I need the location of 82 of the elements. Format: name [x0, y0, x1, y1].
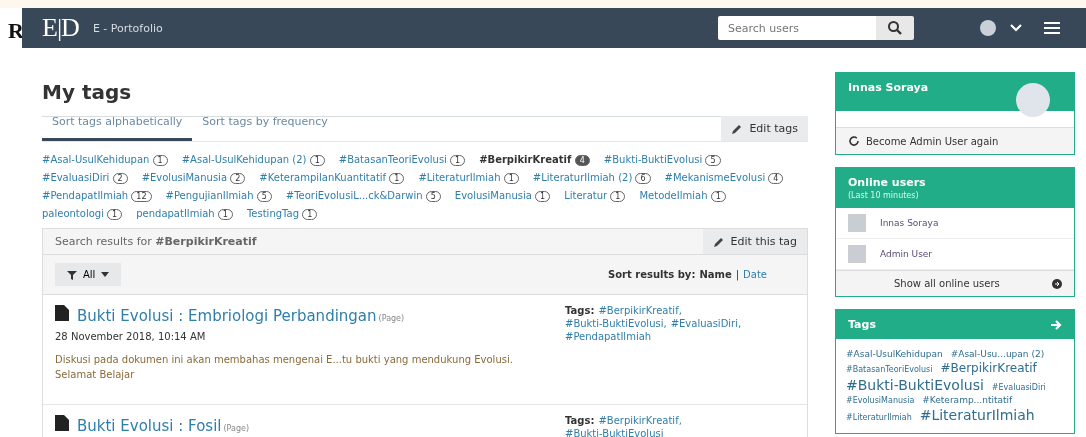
- tag-link[interactable]: #Bukti-BuktiEvolusi,: [565, 318, 667, 329]
- tag-link[interactable]: #Keteramp...ntitatif: [922, 395, 1013, 405]
- tag-link[interactable]: #KeterampilanKuantitatif 1: [259, 172, 405, 184]
- become-admin-link[interactable]: Become Admin User again: [866, 135, 999, 147]
- tag-link[interactable]: #MekanismeEvolusi 4: [664, 172, 784, 184]
- tag-link[interactable]: paleontologi 1: [42, 208, 123, 220]
- chevron-down-icon[interactable]: [1010, 24, 1022, 32]
- card-subtitle: (Last 10 minutes): [848, 191, 920, 200]
- tag-link[interactable]: #EvolusiManusia: [846, 396, 915, 405]
- pencil-icon: [731, 122, 744, 135]
- document-icon: [55, 305, 69, 321]
- tag-link[interactable]: #PengujianIlmiah 5: [165, 190, 272, 202]
- tag-link[interactable]: #EvaluasiDiri: [991, 383, 1046, 392]
- tag-link[interactable]: #EvaluasiDiri 2: [42, 172, 128, 184]
- sort-name-option[interactable]: Name: [699, 269, 732, 280]
- filter-icon: [67, 269, 77, 280]
- tag-link[interactable]: #Bukti-BuktiEvolusi: [846, 377, 984, 393]
- tag-link[interactable]: #Bukti-BuktiEvolusi 5: [603, 154, 721, 166]
- tag-link[interactable]: #Asal-Usu...upan (2): [950, 349, 1045, 359]
- avatar: [848, 245, 866, 263]
- document-icon: [55, 415, 69, 431]
- result-type: (Page): [223, 424, 250, 433]
- tag-link[interactable]: #LiteraturIlmiah 1: [418, 172, 519, 184]
- arrow-circle-icon: [1052, 278, 1062, 289]
- tag-link[interactable]: #PendapatIlmiah: [565, 331, 652, 342]
- sort-date-link[interactable]: Date: [743, 269, 767, 280]
- tag-link[interactable]: #BerpikirKreatif,: [598, 305, 682, 316]
- avatar: [848, 214, 866, 232]
- result-description: Diskusi pada dokumen ini akan membahas mengenai E...tu bukti yang mendukung Evolusi. Selamat Belajar: [55, 353, 514, 382]
- avatar[interactable]: [980, 20, 996, 36]
- tag-link[interactable]: MetodeIlmiah 1: [639, 190, 726, 202]
- tag-link[interactable]: #EvaluasiDiri,: [670, 318, 742, 329]
- tag-link[interactable]: #PendapatIlmiah 12: [42, 190, 152, 202]
- card-title: Online users: [848, 176, 927, 189]
- tag-link[interactable]: #Asal-UsulKehidupan: [846, 349, 943, 359]
- tag-link[interactable]: #LiteraturIlmiah (2) 6: [532, 172, 651, 184]
- tag-link[interactable]: #BatasanTeoriEvolusi: [846, 365, 933, 374]
- card-title: Tags: [848, 318, 876, 331]
- result-title[interactable]: Bukti Evolusi : Fosil: [77, 417, 222, 435]
- result-title[interactable]: Bukti Evolusi : Embriologi Perbandingan: [77, 307, 377, 325]
- tag-link[interactable]: #Bukti-BuktiEvolusi: [565, 428, 664, 437]
- avatar: [1016, 83, 1050, 117]
- tag-link[interactable]: #LiteraturIlmiah: [846, 413, 912, 422]
- tag-link[interactable]: #BerpikirKreatif 4: [479, 154, 590, 166]
- tag-link[interactable]: #EvolusiManusia 2: [141, 172, 246, 184]
- show-all-link[interactable]: Show all online users: [894, 278, 1000, 289]
- tags-label: Tags:: [565, 415, 595, 426]
- logo[interactable]: E|D: [42, 13, 79, 43]
- tag-link[interactable]: #Asal-UsulKehidupan (2) 1: [181, 154, 325, 166]
- tag-link[interactable]: #Asal-UsulKehidupan 1: [42, 154, 168, 166]
- tab[interactable]: Sort tags alphabetically: [42, 105, 193, 141]
- page-heading: R: [8, 18, 24, 44]
- pencil-icon: [712, 235, 725, 248]
- caret-icon: [101, 272, 110, 277]
- tag-link[interactable]: #BerpikirKreatif: [940, 361, 1037, 375]
- user-link[interactable]: Innas Soraya: [880, 218, 939, 228]
- refresh-icon: [848, 135, 860, 147]
- arrow-right-icon[interactable]: [1050, 318, 1062, 331]
- user-link[interactable]: Admin User: [880, 249, 933, 259]
- tags-label: Tags:: [565, 305, 595, 316]
- tag-link[interactable]: #BatasanTeoriEvolusi 1: [338, 154, 466, 166]
- site-name: E - Portofolio: [92, 21, 163, 35]
- tag-link[interactable]: Literatur 1: [564, 190, 626, 202]
- edit-tags-button[interactable]: Edit tags: [721, 116, 808, 141]
- tag-link[interactable]: pendapatIlmiah 1: [136, 208, 233, 220]
- sort-label: Sort results by:: [608, 269, 696, 280]
- filter-dropdown[interactable]: All: [55, 263, 122, 286]
- result-type: (Page): [378, 314, 405, 323]
- tag-link[interactable]: EvolusiManusia 1: [454, 190, 551, 202]
- tag-link[interactable]: TestingTag 1: [246, 208, 318, 220]
- profile-name: Innas Soraya: [848, 81, 929, 96]
- results-heading: Search results for #BerpikirKreatif: [55, 235, 257, 248]
- search-icon: [887, 20, 903, 36]
- tag-link[interactable]: #BerpikirKreatif,: [598, 415, 682, 426]
- tag-link[interactable]: #LiteraturIlmiah: [919, 407, 1035, 423]
- search-button[interactable]: [876, 16, 914, 40]
- tag-link[interactable]: #TeoriEvolusiL...ck&Darwin 5: [285, 190, 441, 202]
- menu-icon[interactable]: [1044, 22, 1060, 34]
- result-date: 28 November 2018, 10:14 AM: [55, 331, 207, 342]
- search-field[interactable]: Search users: [718, 16, 876, 40]
- edit-tag-button[interactable]: Edit this tag: [702, 229, 807, 254]
- separator: |: [735, 269, 740, 280]
